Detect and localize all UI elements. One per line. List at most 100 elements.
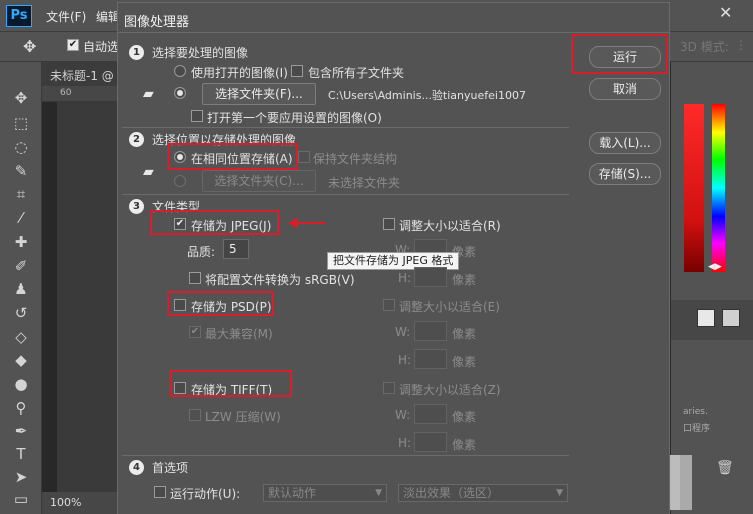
resize-jpeg-label: 调整大小以适合(R) [399,219,501,233]
folder-icon: ▰ [143,86,154,102]
stamp-icon[interactable]: ♟ [11,279,31,299]
quality-label: 品质: [187,245,216,259]
max-compat-checkbox[interactable]: ✔ [189,326,201,338]
panel-text: 口程序 [683,424,711,434]
use-open-images-radio[interactable] [174,65,186,77]
convert-srgb-checkbox[interactable] [189,272,201,284]
action-set-select[interactable]: 默认动作 ▼ [263,484,387,502]
save-tiff-highlight-box [170,370,292,397]
action-value: 淡出效果（选区） [403,486,500,500]
hue-strip[interactable] [712,104,725,272]
annotation-arrow-head [288,217,298,229]
section4-heading: 首选项 [152,461,189,475]
resize-tiff-label: 调整大小以适合(Z) [399,383,501,397]
eraser-icon[interactable]: ◇ [11,327,31,347]
resize-jpeg-checkbox[interactable] [383,218,395,230]
quality-input[interactable]: 5 [223,239,249,259]
section-number: 4 [129,460,144,475]
document-tab[interactable]: 未标题-1 @ [50,67,114,84]
select-dest-folder-button[interactable]: 选择文件夹(C)... [202,170,316,192]
pixel-unit: 像素 [452,355,477,369]
paint-bucket-icon[interactable]: ◆ [11,350,31,370]
pixel-unit: 像素 [452,438,477,452]
height-label: H: [398,436,412,450]
save-psd-highlight-box [167,291,274,316]
folder-icon: ▰ [143,164,154,180]
keep-structure-checkbox[interactable] [298,151,310,163]
color-field[interactable] [684,104,704,272]
cancel-button[interactable]: 取消 [589,78,661,100]
height-label: H: [398,353,412,367]
lzw-label: LZW 压缩(W) [205,410,281,424]
keep-structure-label: 保持文件夹结构 [313,152,398,166]
panel-text: aries. [683,407,708,417]
close-icon[interactable]: ✕ [719,3,732,22]
path-select-icon[interactable]: ➤ [11,467,31,487]
width-label: W: [395,325,411,339]
select-folder-radio[interactable] [174,87,186,99]
move-tool-icon[interactable]: ✥ [23,37,36,56]
healing-brush-icon[interactable]: ✚ [11,232,31,252]
eyedropper-icon[interactable]: ⁄ [11,208,31,228]
3d-mode-label: 3D 模式: [680,40,729,54]
ruler [42,86,117,102]
lzw-checkbox[interactable] [189,409,201,421]
psd-width-input[interactable] [414,321,447,341]
zoom-level: 100% [50,496,82,509]
select-source-folder-button[interactable]: 选择文件夹(F)... [202,83,316,105]
photoshop-logo: Ps [6,5,32,27]
menu-file[interactable]: 文件(F) [46,8,86,25]
section-number: 2 [129,132,144,147]
section-divider [122,127,569,128]
title-divider [118,32,669,33]
section-divider [122,455,569,456]
pixel-unit: 像素 [452,327,477,341]
convert-srgb-label: 将配置文件转换为 sRGB(V) [205,273,355,287]
history-brush-icon[interactable]: ↺ [11,303,31,323]
select-dest-folder-radio[interactable] [174,175,186,187]
open-first-image-label: 打开第一个要应用设置的图像(O) [207,111,382,125]
canvas[interactable] [57,102,117,492]
save-jpeg-highlight-box [150,210,279,235]
auto-select-checkbox[interactable]: ✔ [67,39,79,51]
blur-icon[interactable]: ● [11,374,31,394]
section1-heading: 选择要处理的图像 [152,46,249,60]
move-icon[interactable]: ✥ [11,88,31,108]
same-location-highlight-box [167,143,298,170]
pen-icon[interactable]: ✒ [11,421,31,441]
pixel-unit: 像素 [452,273,477,287]
run-action-checkbox[interactable] [154,486,166,498]
marquee-icon[interactable]: ⬚ [11,113,31,133]
save-settings-button[interactable]: 存储(S)... [589,163,661,185]
height-label: H: [398,271,412,285]
hue-slider-icon[interactable]: ◀▶ [708,262,722,272]
3d-mode-icon[interactable]: ⋮ [735,38,747,52]
trash-icon[interactable]: 🗑 [716,460,734,476]
resize-psd-checkbox[interactable] [383,299,395,311]
action-select[interactable]: 淡出效果（选区） ▼ [398,484,568,502]
load-button[interactable]: 载入(L)... [589,132,661,154]
width-label: W: [395,408,411,422]
pixel-unit: 像素 [452,410,477,424]
list-view-icon[interactable] [722,309,740,327]
tiff-width-input[interactable] [414,404,447,424]
crop-icon[interactable]: ⌗ [11,184,31,204]
rectangle-icon[interactable]: ▭ [11,489,31,509]
grid-view-icon[interactable] [697,309,715,327]
run-action-label: 运行动作(U): [170,487,241,501]
type-icon[interactable]: T [11,444,31,464]
dodge-icon[interactable]: ⚲ [11,398,31,418]
tiff-height-input[interactable] [414,432,447,452]
resize-psd-label: 调整大小以适合(E) [399,300,500,314]
quick-select-icon[interactable]: ✎ [11,161,31,181]
jpeg-height-input[interactable] [414,267,447,287]
lasso-icon[interactable]: ◌ [11,137,31,157]
include-subfolders-checkbox[interactable] [291,65,303,77]
brush-icon[interactable]: ✐ [11,256,31,276]
psd-height-input[interactable] [414,349,447,369]
resize-tiff-checkbox[interactable] [383,382,395,394]
chevron-down-icon: ▼ [556,488,563,498]
run-highlight-box [571,34,668,74]
chevron-down-icon: ▼ [375,488,382,498]
open-first-image-checkbox[interactable] [191,110,203,122]
